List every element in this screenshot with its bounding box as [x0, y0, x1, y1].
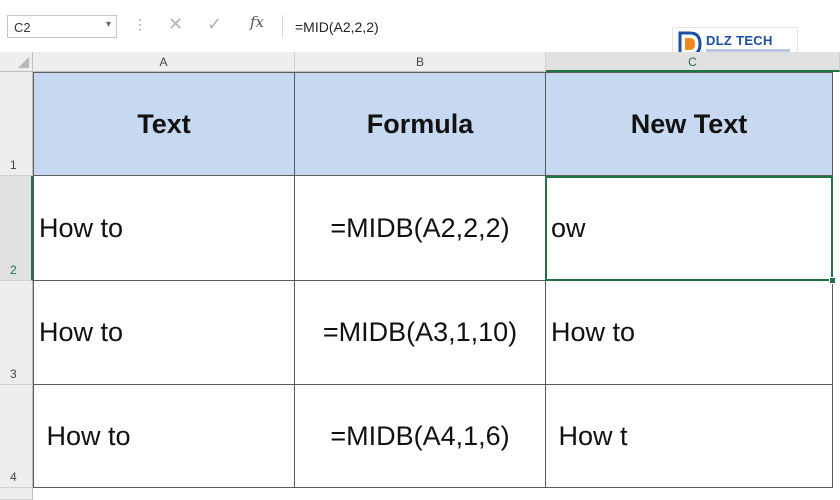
column-header-a[interactable]: A	[33, 52, 295, 72]
cell-formula: =MIDB(A4,1,6)	[330, 420, 510, 451]
formula-text: =MID(A2,2,2)	[295, 19, 379, 35]
cell-a4[interactable]: How to	[33, 385, 295, 488]
chevron-down-icon[interactable]: ▾	[106, 19, 111, 30]
header-new-text: New Text	[630, 108, 748, 139]
cell-b2[interactable]: =MIDB(A2,2,2)	[295, 176, 546, 281]
cell-c4[interactable]: How t	[546, 385, 833, 488]
more-options-icon: ⋮	[133, 16, 147, 32]
header-text: Text	[137, 108, 191, 139]
name-box[interactable]: C2 ▾	[7, 15, 117, 38]
cell-text: How to	[39, 317, 124, 347]
cell-a3[interactable]: How to	[33, 281, 295, 385]
cell-text: How to	[39, 212, 124, 243]
cell-result: How to	[551, 317, 636, 347]
cell-b3[interactable]: =MIDB(A3,1,10)	[295, 281, 546, 385]
logo-text: DLZ TECH	[706, 33, 773, 48]
cell-text: How to	[39, 420, 131, 451]
cell-formula: =MIDB(A2,2,2)	[330, 212, 510, 243]
active-cell-selection	[545, 176, 833, 281]
row-header-2[interactable]: 2	[0, 176, 33, 281]
cell-b1[interactable]: Formula	[295, 72, 546, 176]
row-header-1[interactable]: 1	[0, 72, 33, 176]
column-header-b[interactable]: B	[295, 52, 546, 72]
cell-c3[interactable]: How to	[546, 281, 833, 385]
cell-formula: =MIDB(A3,1,10)	[322, 317, 518, 347]
cell-result: How t	[551, 420, 628, 451]
cell-a2[interactable]: How to	[33, 176, 295, 281]
fill-handle[interactable]	[829, 277, 836, 284]
insert-function-icon[interactable]: fx	[250, 13, 264, 31]
cell-c1[interactable]: New Text	[546, 72, 833, 176]
select-all-corner[interactable]	[0, 52, 33, 72]
header-formula: Formula	[366, 108, 474, 139]
cell-a1[interactable]: Text	[33, 72, 295, 176]
name-box-value: C2	[14, 20, 31, 35]
row-header-3[interactable]: 3	[0, 281, 33, 385]
row-header-5[interactable]	[0, 488, 33, 500]
column-header-c[interactable]: C	[546, 52, 840, 72]
enter-check-icon[interactable]: ✓	[207, 14, 222, 35]
row-header-4[interactable]: 4	[0, 385, 33, 488]
cell-b4[interactable]: =MIDB(A4,1,6)	[295, 385, 546, 488]
cancel-icon[interactable]: ✕	[168, 14, 183, 35]
